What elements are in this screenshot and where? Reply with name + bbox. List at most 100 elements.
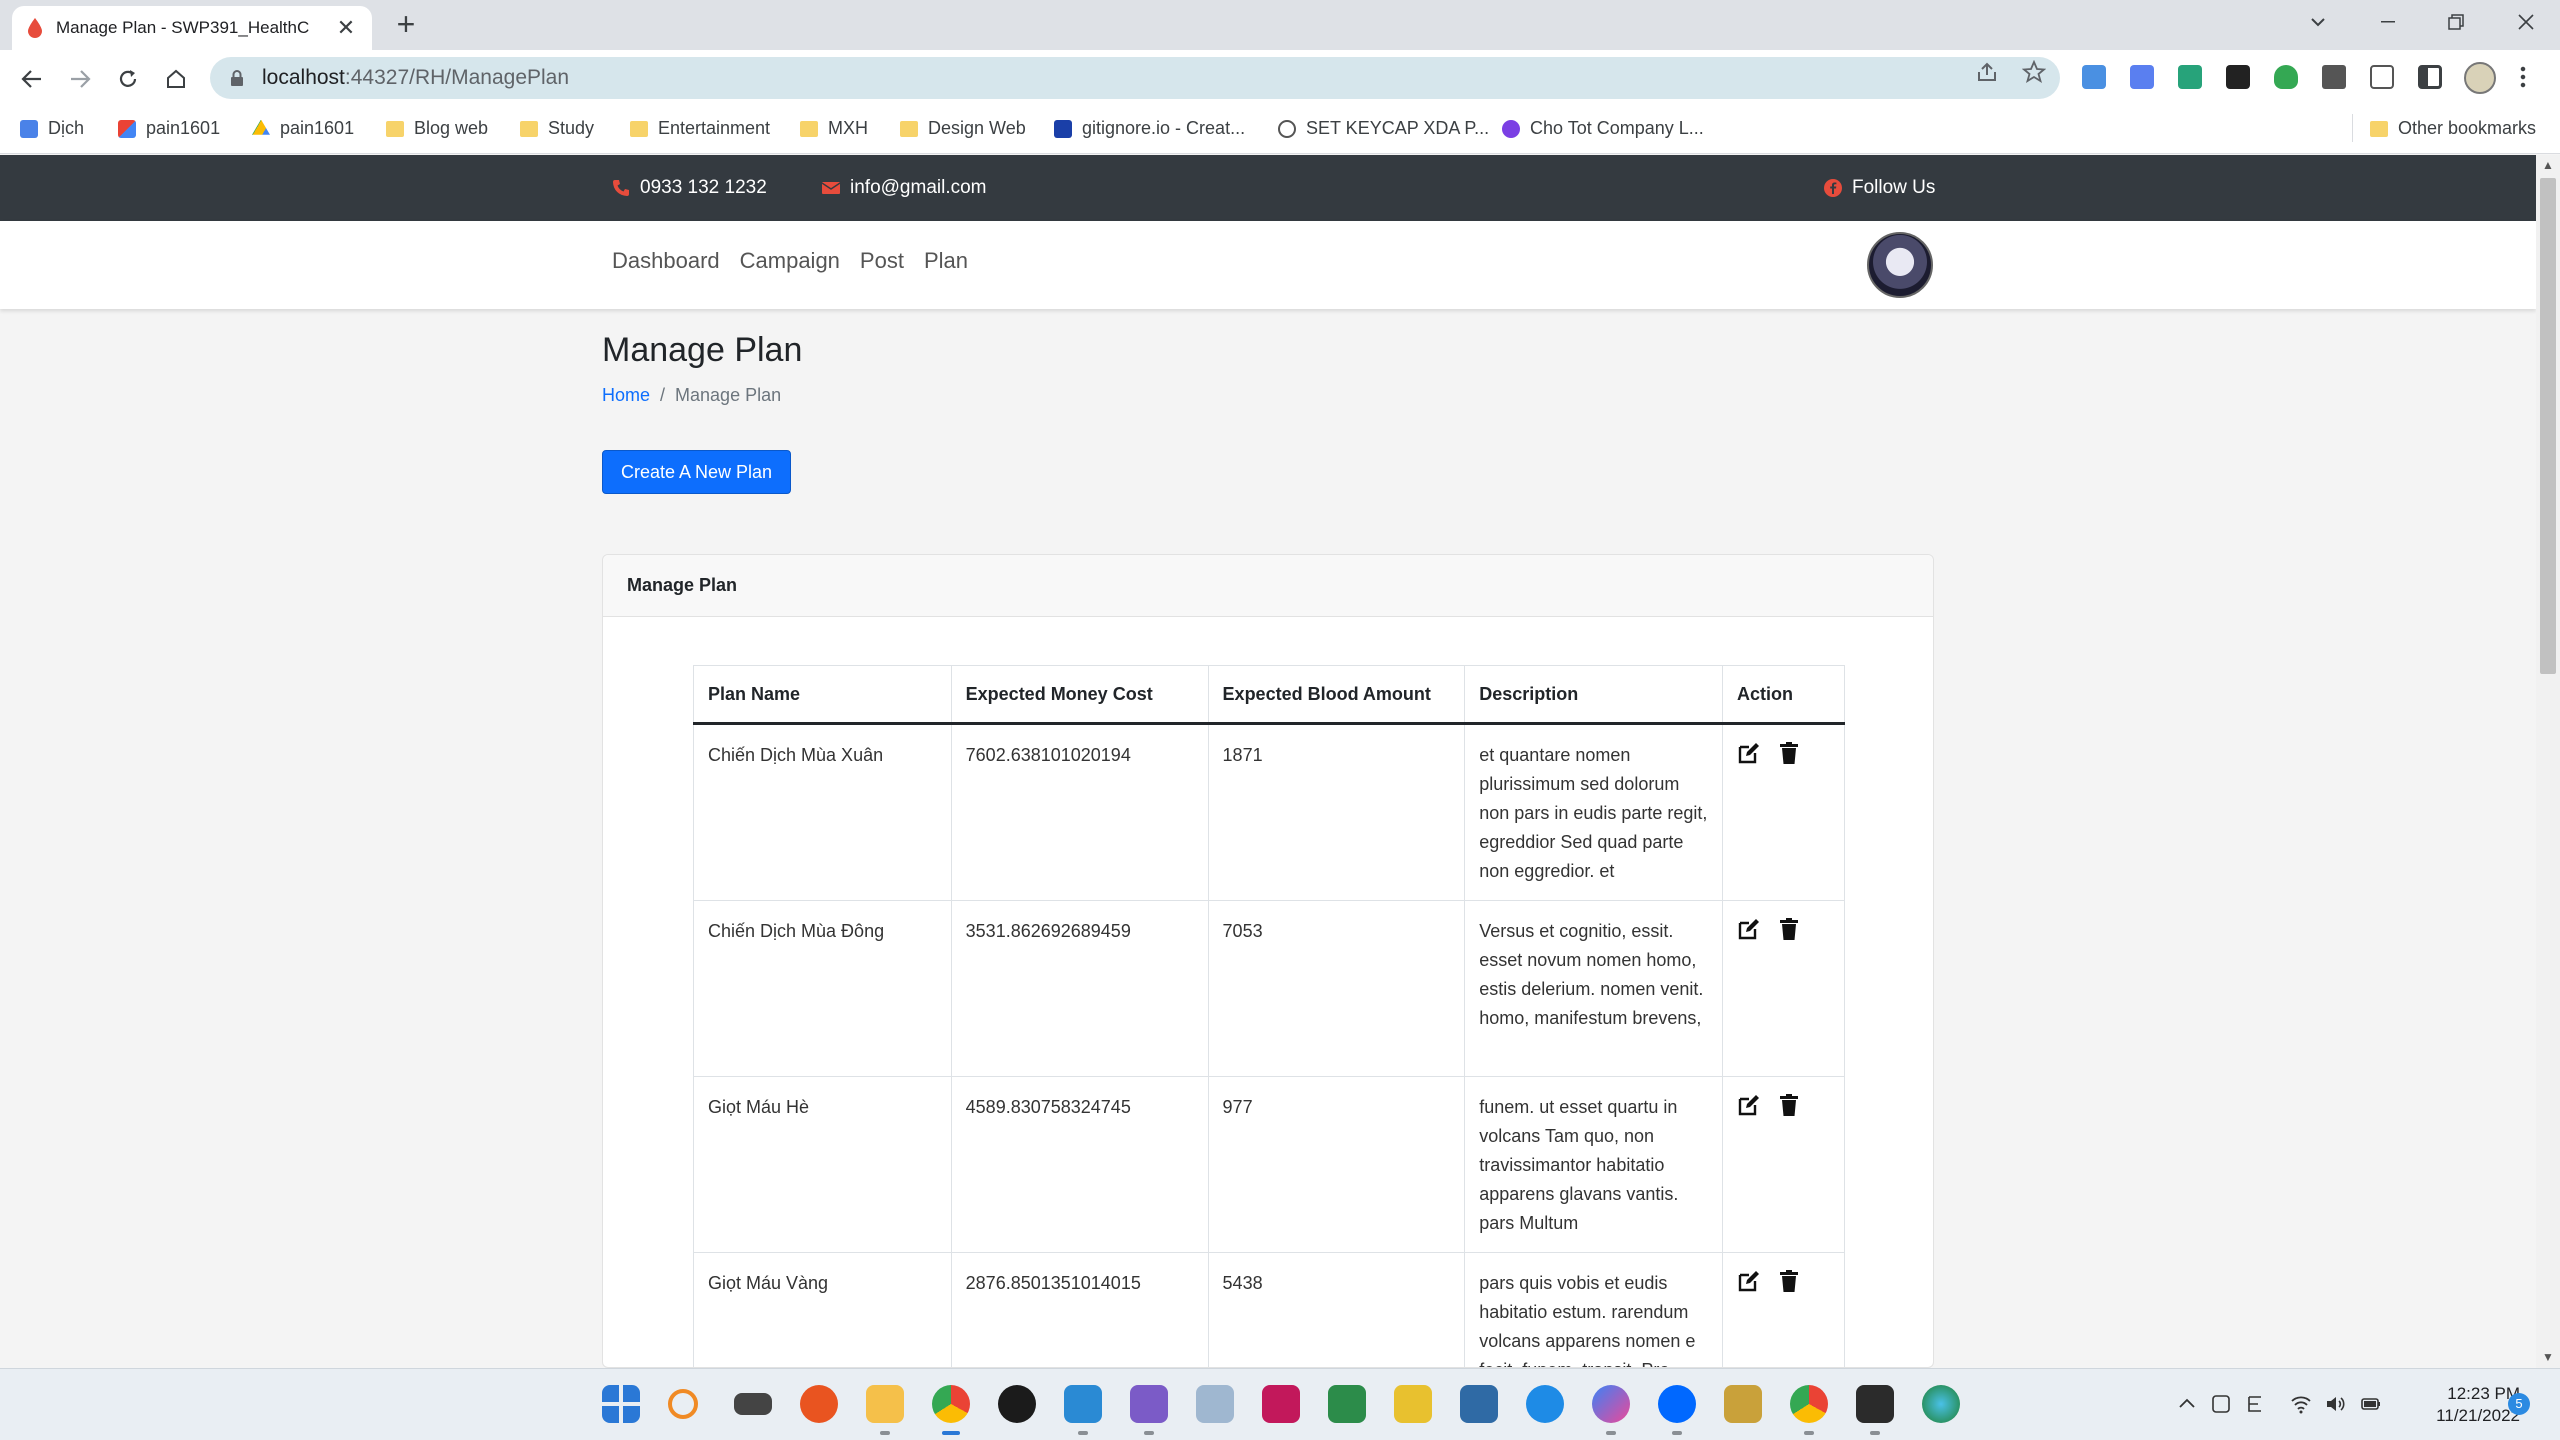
nav-campaign[interactable]: Campaign [740,248,840,274]
follow-us-label: Follow Us [1852,177,1936,198]
bookmark-item[interactable]: gitignore.io - Creat... [1054,118,1245,139]
bookmark-item[interactable]: Blog web [386,118,488,139]
nav-dashboard[interactable]: Dashboard [612,248,720,274]
scroll-down-icon[interactable]: ▼ [2541,1350,2555,1364]
bookmarks-divider [2352,114,2353,142]
tools-app-icon[interactable] [1394,1385,1432,1423]
chevron-up-icon[interactable] [2176,1393,2198,1415]
restore-icon[interactable] [2422,0,2490,44]
gmail-icon [118,119,136,138]
reading-list-icon[interactable] [2370,65,2394,89]
battery-icon[interactable] [2360,1393,2382,1415]
translate-extension-icon[interactable] [2130,65,2154,89]
edit-icon[interactable] [1737,741,1761,765]
minimize-icon[interactable] [2354,0,2422,44]
rider-icon[interactable] [1262,1385,1300,1423]
search-icon[interactable] [668,1389,698,1419]
notification-badge[interactable]: 5 [2508,1393,2530,1415]
terminal-icon[interactable] [1856,1385,1894,1423]
nav-post[interactable]: Post [860,248,904,274]
back-icon[interactable] [14,61,50,97]
email-contact: info@gmail.com [822,177,987,199]
reload-icon[interactable] [110,61,146,97]
blood-amount-cell: 1871 [1207,723,1466,901]
edit-icon[interactable] [1737,1269,1761,1293]
table-row: Chiến Dịch Mùa Xuân 7602.638101020194 18… [693,723,1845,901]
ubuntu-icon[interactable] [800,1385,838,1423]
close-tab-icon[interactable]: ✕ [334,16,358,40]
trash-icon[interactable] [1777,741,1801,765]
shield-extension-icon[interactable] [2274,65,2298,89]
puzzle-extensions-icon[interactable] [2322,65,2346,89]
folder-icon [800,120,818,137]
tab-search-icon[interactable] [2284,0,2352,44]
profile-avatar-icon[interactable] [2464,62,2496,94]
trash-icon[interactable] [1777,1093,1801,1117]
tampermonkey-icon[interactable] [2226,65,2250,89]
bookmark-item[interactable]: Cho Tot Company L... [1502,118,1704,139]
gitignore-icon [1054,119,1072,138]
bookmark-item[interactable]: pain1601 [118,118,220,139]
browser-tab[interactable]: Manage Plan - SWP391_HealthC ✕ [12,6,372,50]
virtualbox-icon[interactable] [1196,1385,1234,1423]
bookmark-item[interactable]: Design Web [900,118,1026,139]
ime-tray-icon[interactable] [2244,1393,2266,1415]
scroll-up-icon[interactable]: ▲ [2541,158,2555,172]
g-app-icon[interactable] [998,1385,1036,1423]
bookmark-item[interactable]: Entertainment [630,118,770,139]
running-indicator [1144,1431,1154,1435]
visual-studio-icon[interactable] [1130,1385,1168,1423]
follow-us-link[interactable]: Follow Us [1824,177,1935,199]
league-icon[interactable] [1724,1385,1762,1423]
browser-toolbar: localhost:44327/RH/ManagePlan [0,50,2560,108]
action-cell [1722,1076,1845,1253]
water-extension-icon[interactable] [2082,65,2106,89]
security-tray-icon[interactable] [2210,1393,2232,1415]
home-icon[interactable] [158,61,194,97]
col-blood-amount: Expected Blood Amount [1207,665,1466,725]
forward-icon[interactable] [62,61,98,97]
bookmark-item[interactable]: MXH [800,118,868,139]
globe-app-icon[interactable] [1922,1385,1960,1423]
share-icon[interactable] [1975,60,1999,84]
description-cell: funem. ut esset quartu in volcans Tam qu… [1464,1076,1724,1253]
scrollbar-thumb[interactable] [2540,178,2556,674]
messenger-icon[interactable] [1592,1385,1630,1423]
envelope-icon [822,182,840,194]
user-avatar[interactable] [1867,232,1933,298]
address-bar[interactable]: localhost:44327/RH/ManagePlan [210,57,2060,99]
file-explorer-icon[interactable] [866,1385,904,1423]
close-window-icon[interactable] [2492,0,2560,44]
side-panel-icon[interactable] [2418,65,2442,89]
nav-plan[interactable]: Plan [924,248,968,274]
new-tab-button[interactable]: + [390,8,422,42]
bookmark-star-icon[interactable] [2022,60,2046,84]
bookmark-item[interactable]: Study [520,118,594,139]
s-extension-icon[interactable] [2178,65,2202,89]
wifi-icon[interactable] [2290,1393,2312,1415]
breadcrumb-home[interactable]: Home [602,385,650,406]
docker-icon[interactable] [1526,1385,1564,1423]
system-clock[interactable]: 12:23 PM 11/21/2022 [2410,1383,2520,1427]
chrome-icon[interactable] [932,1385,970,1423]
chrome-profile-icon[interactable] [1790,1385,1828,1423]
other-bookmarks[interactable]: Other bookmarks [2370,118,2536,139]
datagrip-icon[interactable] [1328,1385,1366,1423]
kebab-menu-icon[interactable] [2520,65,2526,89]
bookmark-item[interactable]: pain1601 [252,118,354,139]
edit-icon[interactable] [1737,917,1761,941]
bookmark-item[interactable]: SET KEYCAP XDA P... [1278,118,1489,139]
bookmark-item[interactable]: Dịch [20,118,84,139]
money-cost-cell: 4589.830758324745 [950,1076,1209,1253]
create-plan-button[interactable]: Create A New Plan [602,450,791,494]
kali-icon[interactable] [734,1393,772,1415]
vscode-icon[interactable] [1064,1385,1102,1423]
start-windows-icon[interactable] [602,1385,640,1423]
zalo-icon[interactable] [1658,1385,1696,1423]
keycap-icon [1278,119,1296,138]
edit-icon[interactable] [1737,1093,1761,1117]
volume-icon[interactable] [2324,1393,2346,1415]
trash-icon[interactable] [1777,1269,1801,1293]
trash-icon[interactable] [1777,917,1801,941]
sql-server-icon[interactable] [1460,1385,1498,1423]
